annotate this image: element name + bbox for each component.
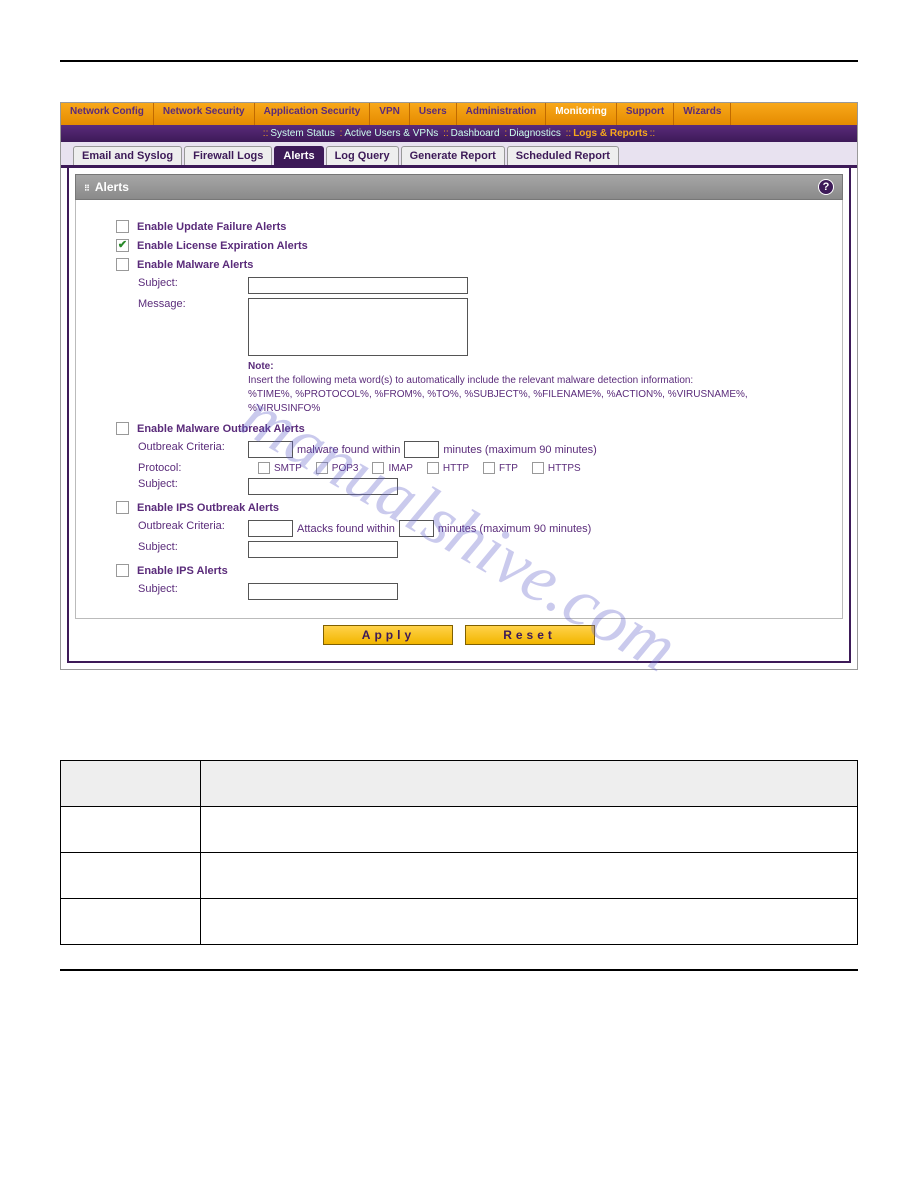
section-header: ⠿Alerts ? (75, 174, 843, 200)
table-row (61, 853, 858, 899)
top-rule (60, 60, 858, 62)
main-tab-monitoring[interactable]: Monitoring (546, 103, 617, 125)
lbl-malware: Enable Malware Alerts (137, 259, 253, 271)
chk-outbreak[interactable] (116, 422, 129, 435)
sub-tab-firewall-logs[interactable]: Firewall Logs (184, 146, 272, 165)
malware-note: Note: Insert the following meta word(s) … (248, 360, 802, 416)
lbl-update-failure: Enable Update Failure Alerts (137, 221, 286, 233)
sub-tab-alerts[interactable]: Alerts (274, 146, 323, 165)
lbl-ips-outbreak: Enable IPS Outbreak Alerts (137, 502, 279, 514)
section-title: Alerts (95, 180, 129, 194)
lbl-ips-subject: Subject: (138, 583, 248, 595)
chk-proto-http[interactable] (427, 462, 439, 474)
table-row (61, 899, 858, 945)
chk-malware[interactable] (116, 258, 129, 271)
input-outbreak-minutes[interactable] (404, 441, 439, 458)
lbl-ips: Enable IPS Alerts (137, 565, 228, 577)
subnav-active-users[interactable]: Active Users & VPNs (344, 128, 438, 139)
main-tab-support[interactable]: Support (617, 103, 674, 125)
reset-button[interactable]: Reset (465, 625, 595, 645)
sub-tab-log-query[interactable]: Log Query (326, 146, 399, 165)
main-tab-network-config[interactable]: Network Config (61, 103, 154, 125)
table-row (61, 807, 858, 853)
apply-button[interactable]: Apply (323, 625, 453, 645)
button-bar: Apply Reset (75, 619, 843, 655)
subnav-dashboard[interactable]: Dashboard (451, 128, 500, 139)
app-frame: Network Config Network Security Applicat… (60, 102, 858, 670)
sub-tab-scheduled-report[interactable]: Scheduled Report (507, 146, 619, 165)
help-icon[interactable]: ? (818, 179, 834, 195)
main-tab-wizards[interactable]: Wizards (674, 103, 731, 125)
main-tab-application-security[interactable]: Application Security (255, 103, 371, 125)
subnav-diagnostics[interactable]: Diagnostics (509, 128, 561, 139)
sub-tabs: Email and Syslog Firewall Logs Alerts Lo… (61, 142, 857, 168)
chk-ips-outbreak[interactable] (116, 501, 129, 514)
chk-proto-pop3[interactable] (316, 462, 328, 474)
lbl-ips-outbreak-criteria: Outbreak Criteria: (138, 520, 248, 532)
subnav-logs-reports[interactable]: Logs & Reports (573, 128, 647, 139)
lbl-outbreak-subject: Subject: (138, 478, 248, 490)
input-malware-message[interactable] (248, 298, 468, 356)
lbl-malware-message: Message: (138, 298, 248, 310)
chk-proto-imap[interactable] (372, 462, 384, 474)
lbl-outbreak: Enable Malware Outbreak Alerts (137, 423, 305, 435)
chk-proto-https[interactable] (532, 462, 544, 474)
doc-table (60, 760, 858, 945)
main-tab-administration[interactable]: Administration (457, 103, 547, 125)
lbl-outbreak-criteria: Outbreak Criteria: (138, 441, 248, 453)
subnav-system-status[interactable]: System Status (270, 128, 334, 139)
input-malware-subject[interactable] (248, 277, 468, 294)
input-outbreak-subject[interactable] (248, 478, 398, 495)
subnav: ::System Status :Active Users & VPNs ::D… (61, 125, 857, 142)
input-ips-outbreak-minutes[interactable] (399, 520, 434, 537)
input-ips-outbreak-subject[interactable] (248, 541, 398, 558)
main-tab-vpn[interactable]: VPN (370, 103, 410, 125)
input-ips-outbreak-count[interactable] (248, 520, 293, 537)
main-tab-network-security[interactable]: Network Security (154, 103, 255, 125)
form-body: Enable Update Failure Alerts ✔ Enable Li… (75, 200, 843, 619)
lbl-malware-subject: Subject: (138, 277, 248, 289)
main-tab-users[interactable]: Users (410, 103, 457, 125)
lbl-outbreak-protocol: Protocol: (138, 462, 248, 474)
chk-update-failure[interactable] (116, 220, 129, 233)
sub-tab-generate-report[interactable]: Generate Report (401, 146, 505, 165)
lbl-ips-outbreak-subject: Subject: (138, 541, 248, 553)
lbl-license-exp: Enable License Expiration Alerts (137, 240, 308, 252)
chk-ips[interactable] (116, 564, 129, 577)
bottom-rule (60, 969, 858, 971)
main-tabs: Network Config Network Security Applicat… (61, 103, 857, 125)
input-ips-subject[interactable] (248, 583, 398, 600)
chk-proto-smtp[interactable] (258, 462, 270, 474)
chk-proto-ftp[interactable] (483, 462, 495, 474)
input-outbreak-count[interactable] (248, 441, 293, 458)
sub-tab-email-syslog[interactable]: Email and Syslog (73, 146, 182, 165)
content-wrap: ⠿Alerts ? Enable Update Failure Alerts ✔… (67, 168, 851, 663)
chk-license-exp[interactable]: ✔ (116, 239, 129, 252)
